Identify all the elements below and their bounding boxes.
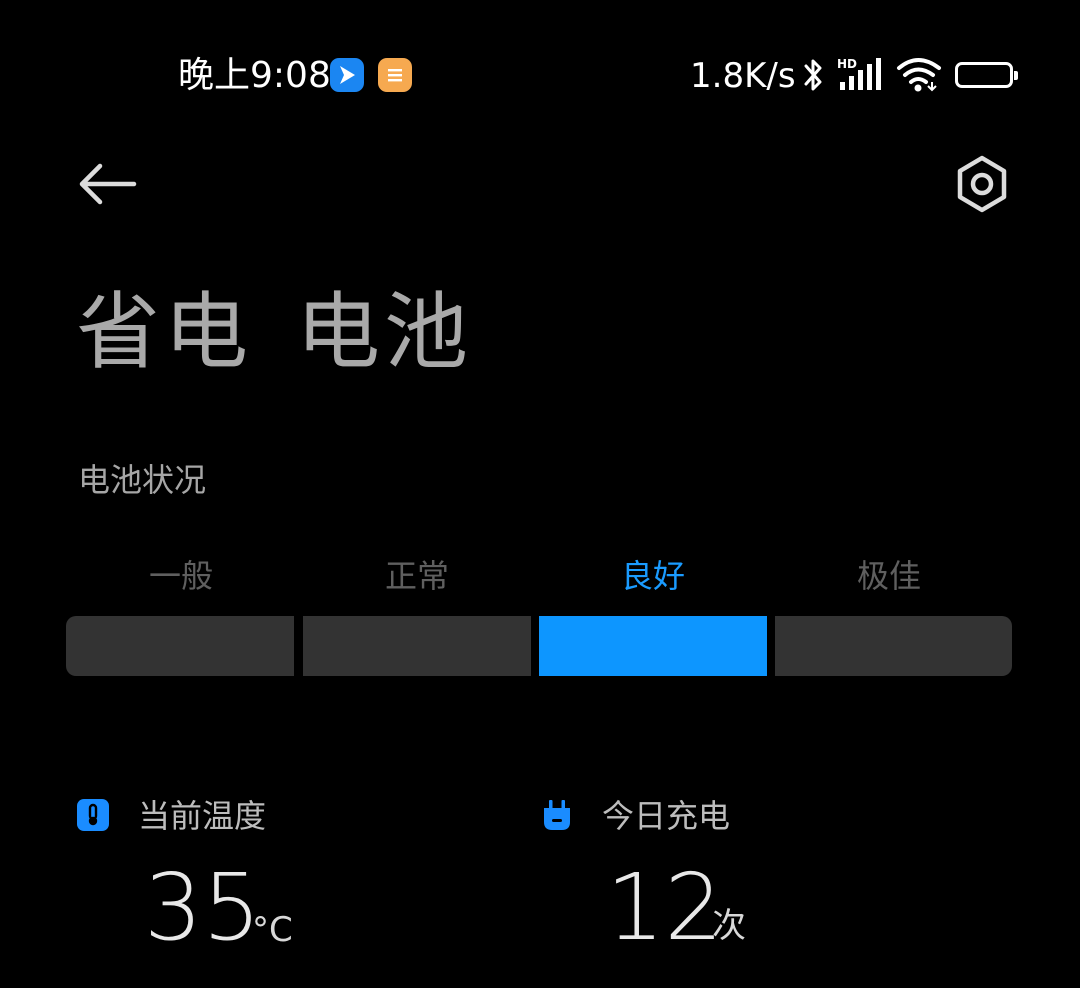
signal-hd-label: HD [837,57,857,71]
wifi-icon [896,56,944,98]
temperature-value: 35 [144,854,262,961]
level-label-normal: 正常 [384,557,449,595]
charges-label: 今日充电 [602,797,731,835]
feather-app-icon [330,58,364,92]
signal-icon: HD [836,56,888,98]
temperature-unit: °C [252,910,293,950]
thermometer-icon [76,798,110,832]
status-bar: 晚上9:08 1.8K/s HD 65 [0,0,1080,150]
level-segment-good [539,616,767,676]
level-segment-fair [66,616,294,676]
settings-button[interactable] [952,154,1012,214]
level-segment-normal [303,616,531,676]
status-time: 晚上9:08 [178,55,331,96]
back-arrow-icon [79,163,137,205]
tab-power-saving[interactable]: 省电 [76,283,252,381]
battery-icon: 65 [955,62,1018,88]
charges-unit: 次 [712,906,746,946]
bluetooth-icon [800,56,828,98]
network-speed: 1.8K/s [690,56,796,96]
notes-app-icon [378,58,412,92]
settings-hexagon-icon [957,155,1007,213]
level-label-fair: 一般 [148,557,213,595]
page-title: 省电 电池 [76,282,472,382]
battery-level: 65 [970,65,998,87]
battery-health-meter: 一般 正常 良好 极佳 [66,550,1012,678]
plug-icon [540,798,574,832]
back-button[interactable] [76,158,140,210]
level-label-good: 良好 [620,557,685,595]
temperature-label: 当前温度 [138,797,267,835]
charges-value: 12 [606,854,724,961]
battery-health-label: 电池状况 [78,461,207,499]
tab-battery[interactable]: 电池 [296,283,472,381]
level-label-excellent: 极佳 [856,557,921,595]
level-segment-excellent [775,616,1012,676]
